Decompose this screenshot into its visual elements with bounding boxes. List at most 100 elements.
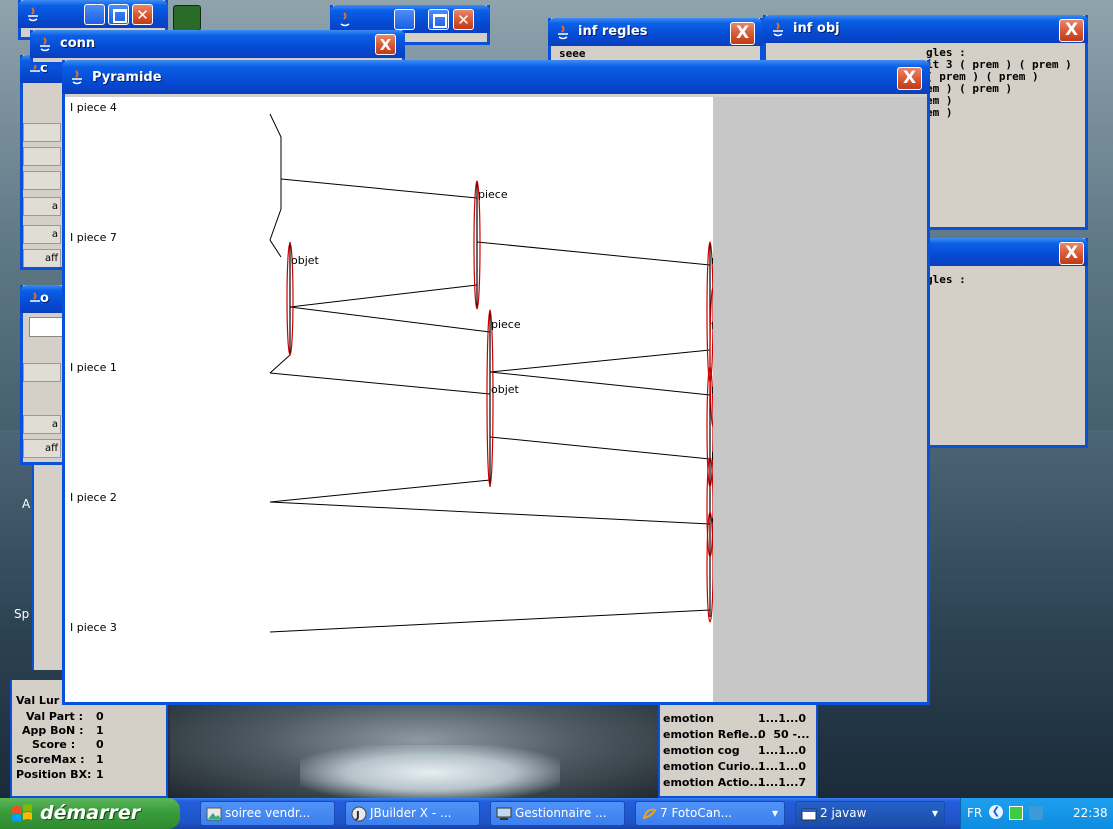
side-button[interactable] [23, 363, 61, 382]
edge-letter: A [22, 497, 31, 511]
status-value: 0 [96, 710, 104, 723]
edge [269, 501, 711, 525]
windows-flag-icon [12, 804, 32, 822]
language-indicator[interactable]: FR [967, 806, 982, 820]
taskbar: démarrer soiree vendr... J JBuilder X - … [0, 798, 1113, 829]
status-label: ScoreMax : [16, 753, 85, 766]
edge [489, 436, 711, 460]
ruler-strip: A Sp [14, 465, 64, 670]
emotion-value: 1...1...0 [758, 744, 807, 757]
left-label: I piece 1 [70, 361, 117, 374]
chevron-down-icon[interactable]: ▾ [772, 802, 778, 825]
window-title: Pyramide [92, 70, 162, 85]
side-button[interactable] [23, 123, 61, 142]
alert-icon[interactable] [1029, 806, 1043, 820]
edge [280, 178, 478, 199]
image-icon [206, 807, 222, 821]
status-panel-right: emotion 1...1...0 emotion Refle... 0 50 … [658, 700, 818, 798]
chevron-left-icon[interactable]: ❮ [989, 805, 1003, 819]
emotion-label: emotion [663, 712, 714, 725]
edge [269, 372, 491, 395]
monitor-icon [496, 807, 512, 820]
taskbar-item[interactable]: J JBuilder X - ... [345, 801, 480, 826]
edge [289, 284, 478, 308]
taskbar-item-label: 2 javaw [820, 806, 867, 820]
titlebar[interactable]: ✕ [330, 5, 490, 33]
edge [489, 371, 711, 396]
side-button[interactable] [23, 171, 61, 190]
side-button[interactable] [23, 147, 61, 166]
close-button[interactable]: X [730, 22, 755, 45]
edge [269, 479, 491, 503]
app-icon-eye[interactable] [173, 5, 201, 31]
node-label: piece [478, 188, 508, 201]
edge [269, 113, 282, 258]
status-label: App BoN : [22, 724, 84, 737]
side-button[interactable]: a [23, 225, 61, 244]
titlebar[interactable]: inf obj X [763, 15, 1088, 43]
edge [269, 609, 711, 633]
java-icon [28, 7, 38, 22]
edge-letter: Sp [14, 607, 30, 621]
side-button[interactable]: aff [23, 439, 61, 458]
taskbar-item[interactable]: soiree vendr... [200, 801, 335, 826]
close-button[interactable]: X [1059, 19, 1084, 42]
close-button[interactable]: X [375, 34, 396, 55]
left-label: I piece 2 [70, 491, 117, 504]
titlebar[interactable]: inf regles X [548, 18, 763, 46]
maximize-button[interactable] [428, 9, 449, 30]
network-icon[interactable] [1009, 806, 1023, 820]
close-button[interactable]: X [897, 67, 922, 90]
taskbar-item[interactable]: 7 FotoCan... ▾ [635, 801, 785, 826]
taskbar-item-label: Gestionnaire ... [515, 806, 607, 820]
edge [476, 241, 711, 266]
taskbar-item-label: JBuilder X - ... [370, 806, 452, 820]
window-side-c[interactable]: c a a aff [20, 55, 65, 270]
close-button[interactable]: X [1059, 242, 1084, 265]
emotion-value: 0 50 -... [758, 728, 810, 741]
status-label: Score : [32, 738, 76, 751]
chevron-down-icon[interactable]: ▾ [932, 802, 938, 825]
node-label: piece [491, 318, 521, 331]
window-icon [801, 808, 817, 821]
side-button[interactable]: a [23, 415, 61, 434]
taskbar-item-label: soiree vendr... [225, 806, 311, 820]
desktop-wallpaper-foam [300, 745, 560, 800]
start-button[interactable]: démarrer [0, 798, 180, 829]
pyramid-graph: I piece 4 I piece 7 I piece 1 I piece 2 … [70, 101, 713, 634]
maximize-button[interactable] [108, 4, 129, 25]
edge [289, 306, 491, 333]
close-button[interactable]: ✕ [453, 9, 474, 30]
edge [489, 349, 711, 373]
close-button[interactable]: ✕ [132, 4, 153, 25]
edge [269, 354, 291, 374]
taskbar-item-active[interactable]: 2 javaw ▾ [795, 801, 945, 826]
side-button[interactable]: aff [23, 249, 61, 267]
titlebar[interactable]: conn X [30, 30, 405, 58]
window-title: conn [60, 36, 96, 51]
titlebar[interactable]: o [20, 285, 65, 313]
pyramid-canvas[interactable]: I piece 4 I piece 7 I piece 1 I piece 2 … [65, 97, 713, 702]
side-button[interactable]: a [23, 197, 61, 216]
window-pyramide[interactable]: Pyramide X I piece 4 I piece 7 I piece 1… [62, 60, 930, 705]
taskbar-item[interactable]: Gestionnaire ... [490, 801, 625, 826]
side-input[interactable] [29, 317, 62, 337]
status-value: 1 [96, 724, 104, 737]
graph-vertical-bars [289, 181, 711, 617]
emotion-label: emotion Curio... [663, 760, 763, 773]
java-icon [40, 37, 50, 52]
left-label: I piece 4 [70, 101, 117, 114]
side-button-list: a aff aff [23, 313, 62, 462]
emotion-value: 1...1...7 [758, 776, 807, 789]
titlebar[interactable]: ✕ [18, 0, 168, 28]
status-label: Position BX: [16, 768, 92, 781]
jbuilder-icon: J [351, 806, 367, 822]
browser-icon [642, 808, 657, 820]
java-icon [72, 70, 82, 85]
java-icon [773, 22, 783, 37]
window-side-o[interactable]: o a aff aff [20, 285, 65, 465]
minimize-button[interactable] [394, 9, 415, 30]
emotion-label: emotion cog [663, 744, 740, 757]
minimize-button[interactable] [84, 4, 105, 25]
titlebar[interactable]: Pyramide X [62, 60, 930, 94]
